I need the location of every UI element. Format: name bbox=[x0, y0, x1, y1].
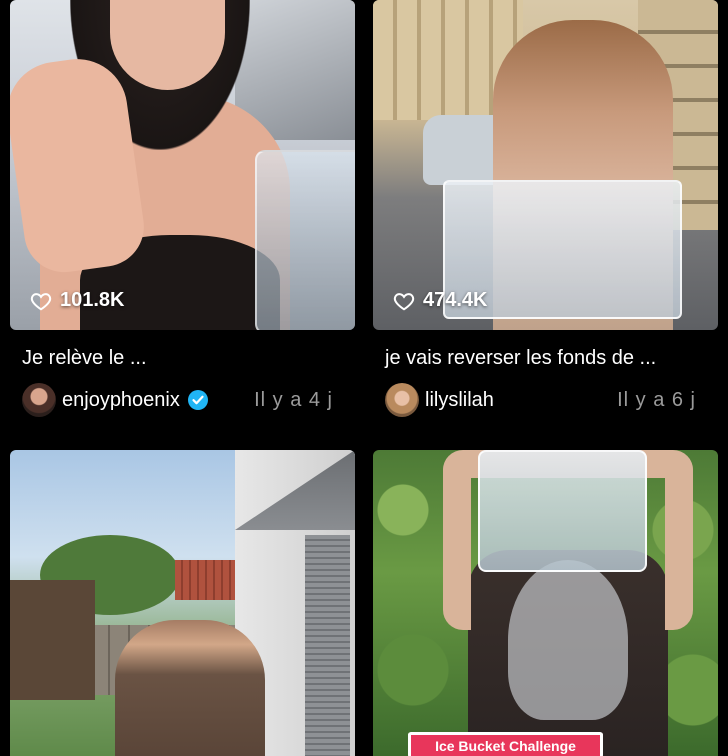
video-title[interactable]: Je relève le ... bbox=[10, 345, 355, 371]
timestamp: Il y a 4 j bbox=[254, 388, 333, 411]
video-card[interactable] bbox=[10, 450, 355, 756]
like-count-value: 101.8K bbox=[60, 289, 125, 311]
video-title[interactable]: je vais reverser les fonds de ... bbox=[373, 345, 718, 371]
video-thumbnail[interactable] bbox=[10, 450, 355, 756]
video-thumbnail[interactable]: Ice Bucket Challenge bbox=[373, 450, 718, 756]
like-count-value: 474.4K bbox=[423, 289, 488, 311]
username[interactable]: enjoyphoenix bbox=[62, 389, 180, 412]
username[interactable]: lilyslilah bbox=[425, 389, 494, 412]
like-count: 474.4K bbox=[393, 289, 488, 312]
video-card[interactable]: 474.4K je vais reverser les fonds de ...… bbox=[373, 0, 718, 417]
avatar[interactable] bbox=[22, 383, 56, 417]
video-text-overlay: Ice Bucket Challenge bbox=[408, 732, 603, 756]
heart-outline-icon bbox=[30, 292, 52, 310]
video-card[interactable]: Ice Bucket Challenge bbox=[373, 450, 718, 756]
video-meta: enjoyphoenix Il y a 4 j bbox=[10, 383, 343, 417]
avatar[interactable] bbox=[385, 383, 419, 417]
video-thumbnail[interactable]: 101.8K bbox=[10, 0, 355, 330]
verified-badge-icon bbox=[187, 390, 208, 410]
like-count: 101.8K bbox=[30, 289, 125, 312]
heart-outline-icon bbox=[393, 292, 415, 310]
video-grid: 101.8K Je relève le ... enjoyphoenix Il … bbox=[0, 0, 728, 756]
video-meta: lilyslilah Il y a 6 j bbox=[373, 383, 706, 417]
video-card[interactable]: 101.8K Je relève le ... enjoyphoenix Il … bbox=[10, 0, 355, 417]
timestamp: Il y a 6 j bbox=[617, 388, 696, 411]
video-thumbnail[interactable]: 474.4K bbox=[373, 0, 718, 330]
